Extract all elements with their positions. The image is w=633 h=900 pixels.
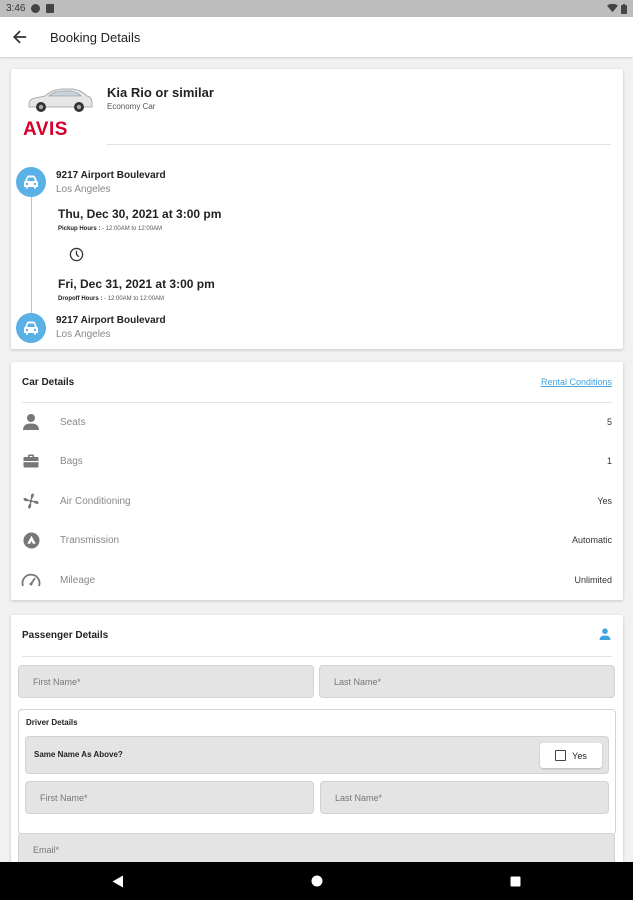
car-name: Kia Rio or similar (107, 85, 214, 100)
wifi-icon (607, 4, 618, 13)
passenger-details-title: Passenger Details (22, 630, 109, 641)
detail-label: Transmission (60, 534, 120, 546)
detail-value: 5 (606, 417, 612, 427)
divider (22, 656, 612, 657)
detail-row-air-conditioning: Air Conditioning Yes (11, 489, 623, 513)
person-icon[interactable] (599, 628, 611, 640)
pickup-address: 9217 Airport Boulevard (56, 170, 166, 181)
driver-first-name-field[interactable] (25, 781, 314, 814)
first-name-input[interactable] (19, 666, 313, 697)
driver-first-name-input[interactable] (26, 782, 313, 813)
fan-icon (23, 493, 39, 509)
detail-row-bags: Bags 1 (11, 449, 623, 473)
detail-value: Unlimited (574, 575, 612, 585)
dropoff-datetime: Fri, Dec 31, 2021 at 3:00 pm (58, 277, 215, 291)
status-time: 3:46 (6, 3, 26, 14)
rental-conditions-link[interactable]: Rental Conditions (541, 377, 612, 387)
same-name-row: Same Name As Above? Yes (25, 736, 609, 774)
detail-value: 1 (606, 456, 612, 466)
back-button[interactable] (0, 17, 40, 57)
dropoff-location-icon (16, 313, 46, 343)
driver-details-section: Driver Details Same Name As Above? Yes (18, 709, 616, 835)
divider (107, 144, 611, 145)
detail-label: Bags (60, 455, 83, 467)
booking-summary-card: Kia Rio or similar Economy Car AVIS 9217… (11, 69, 623, 349)
detail-row-transmission: Transmission Automatic (11, 528, 623, 552)
notification-icon (31, 4, 41, 13)
pickup-location-icon (16, 167, 46, 197)
car-image (28, 88, 93, 112)
detail-value: Automatic (571, 535, 612, 545)
dropoff-hours-label: Dropoff Hours : (58, 296, 103, 302)
square-recents-icon (510, 876, 521, 886)
same-name-label: Same Name As Above? (34, 750, 123, 759)
app-bar: Booking Details (0, 17, 633, 57)
timeline-line (31, 196, 32, 316)
nav-back-button[interactable] (98, 866, 138, 896)
system-navigation-bar (0, 862, 633, 900)
dropoff-city: Los Angeles (56, 329, 111, 340)
detail-value: Yes (597, 496, 612, 506)
dropoff-hours-value: - 12:00AM to 12:00AM (104, 296, 165, 302)
battery-icon (621, 3, 627, 14)
car-details-title: Car Details (22, 377, 75, 388)
detail-label: Mileage (60, 574, 96, 586)
pickup-hours: Pickup Hours : - 12:00AM to 12:00AM (58, 226, 162, 232)
car-icon (24, 321, 38, 335)
nav-home-button[interactable] (297, 866, 337, 896)
driver-last-name-field[interactable] (320, 781, 609, 814)
first-name-field[interactable] (18, 665, 314, 698)
last-name-input[interactable] (320, 666, 614, 697)
detail-row-seats: Seats 5 (11, 410, 623, 434)
triangle-back-icon (112, 875, 123, 887)
checkbox-label: Yes (572, 750, 587, 761)
circle-home-icon (311, 875, 322, 887)
car-class: Economy Car (107, 102, 156, 111)
dropoff-hours: Dropoff Hours : - 12:00AM to 12:00AM (58, 296, 164, 302)
driver-details-title: Driver Details (26, 718, 78, 727)
car-icon (24, 175, 38, 189)
detail-row-mileage: Mileage Unlimited (11, 568, 623, 592)
pickup-datetime: Thu, Dec 30, 2021 at 3:00 pm (58, 207, 222, 221)
sim-icon (46, 4, 55, 13)
clock-icon (69, 247, 84, 262)
driver-last-name-input[interactable] (321, 782, 608, 813)
person-icon (23, 414, 39, 430)
pickup-hours-label: Pickup Hours : (58, 226, 101, 232)
transmission-icon (22, 531, 40, 549)
arrow-back-icon (13, 30, 27, 44)
page-title: Booking Details (50, 29, 141, 45)
nav-recents-button[interactable] (496, 866, 536, 896)
status-bar: 3:46 (0, 0, 633, 17)
pickup-city: Los Angeles (56, 184, 111, 195)
dropoff-address: 9217 Airport Boulevard (56, 315, 166, 326)
last-name-field[interactable] (319, 665, 615, 698)
detail-label: Air Conditioning (60, 495, 131, 507)
passenger-details-card: Passenger Details Driver Details Same Na… (11, 615, 623, 875)
divider (22, 402, 612, 403)
checkbox-icon (555, 750, 567, 761)
detail-label: Seats (60, 416, 86, 428)
speedometer-icon (21, 573, 41, 587)
pickup-hours-value: - 12:00AM to 12:00AM (102, 226, 163, 232)
same-name-checkbox[interactable]: Yes (540, 743, 602, 768)
car-details-card: Car Details Rental Conditions Seats 5 Ba… (11, 362, 623, 600)
email-input[interactable] (19, 834, 614, 865)
vendor-logo: AVIS (23, 119, 68, 140)
briefcase-icon (23, 454, 39, 468)
